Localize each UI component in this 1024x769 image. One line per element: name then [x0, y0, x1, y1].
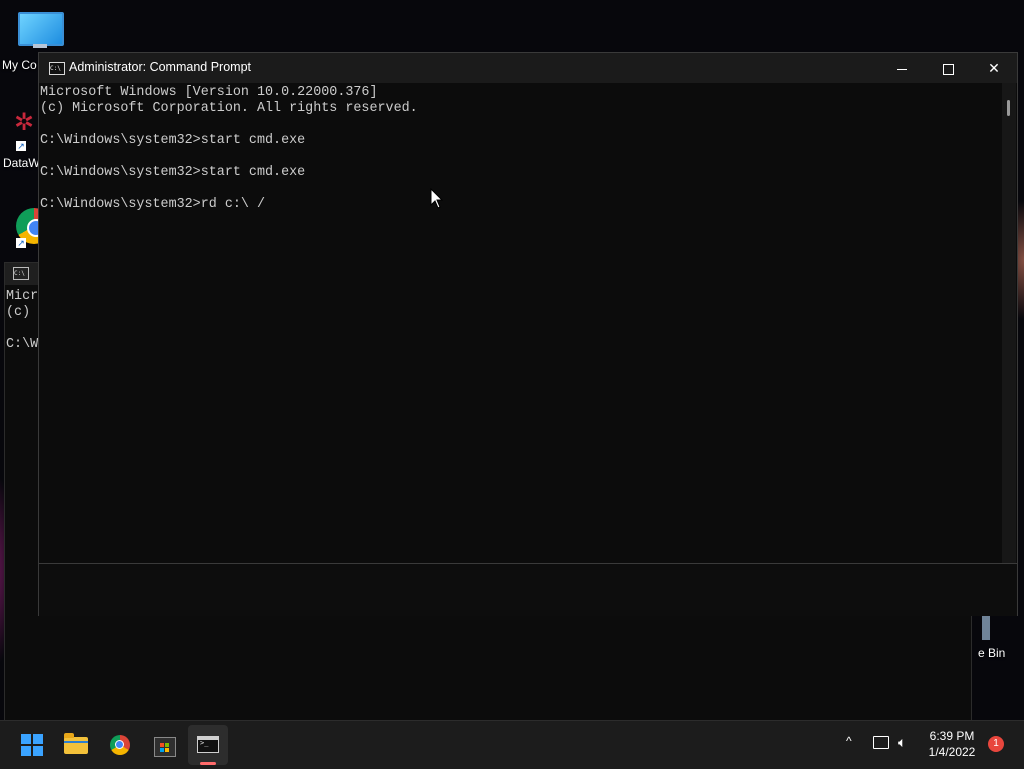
maximize-icon: [942, 63, 954, 75]
active-app-indicator: [200, 762, 216, 765]
window-titlebar[interactable]: C:\ Administrator: Command Prompt ✕: [39, 53, 1017, 83]
taskbar-file-explorer[interactable]: [56, 725, 96, 765]
windows-logo-icon: [21, 734, 43, 756]
taskbar-command-prompt[interactable]: >_: [188, 725, 228, 765]
clock-time: 6:39 PM: [929, 729, 975, 743]
datawin-icon: ✲: [14, 109, 35, 136]
cmd-window[interactable]: C:\ Administrator: Command Prompt ✕ Micr…: [38, 52, 1018, 616]
taskbar-clock[interactable]: 6:39 PM 1/4/2022: [922, 728, 982, 760]
taskbar-chrome[interactable]: [100, 725, 140, 765]
folder-icon: [64, 733, 88, 754]
chrome-icon: [110, 735, 130, 755]
taskbar: >_: [0, 720, 1024, 769]
desktop-icon-label: e Bin: [978, 646, 1006, 660]
desktop-icon-label: DataW: [3, 156, 40, 170]
window-lower-area: [39, 563, 1017, 616]
shortcut-arrow-icon: ↗: [16, 141, 26, 151]
cmd-icon: C:\: [49, 62, 65, 75]
desktop-icon-label: My Co: [2, 58, 37, 72]
volume-icon[interactable]: 🔈︎: [898, 734, 906, 751]
console-output: Microsoft Windows [Version 10.0.22000.37…: [40, 85, 418, 212]
minimize-icon: [897, 68, 907, 70]
scrollbar-thumb[interactable]: [1007, 100, 1010, 116]
start-button[interactable]: [12, 725, 52, 765]
shortcut-arrow-icon: ↗: [16, 238, 26, 248]
network-icon[interactable]: [873, 736, 889, 749]
monitor-icon: [18, 12, 64, 46]
show-hidden-icons-chevron-icon[interactable]: ^: [846, 734, 852, 748]
monitor-stand: [33, 44, 47, 48]
clock-date: 1/4/2022: [928, 745, 976, 759]
vertical-scrollbar[interactable]: [1002, 83, 1016, 563]
close-button[interactable]: ✕: [971, 53, 1017, 83]
notification-badge[interactable]: 1: [988, 736, 1004, 752]
store-icon: [154, 737, 176, 757]
taskbar-store[interactable]: [144, 725, 184, 765]
console-area[interactable]: Microsoft Windows [Version 10.0.22000.37…: [39, 83, 1001, 563]
recycle-bin-icon: [982, 614, 990, 640]
window-title: Administrator: Command Prompt: [69, 60, 252, 74]
maximize-button[interactable]: [925, 53, 971, 83]
close-icon: ✕: [988, 60, 1000, 76]
cmd-icon: C:\: [13, 267, 29, 280]
cmd-icon: >_: [197, 736, 219, 753]
minimize-button[interactable]: [879, 53, 925, 83]
